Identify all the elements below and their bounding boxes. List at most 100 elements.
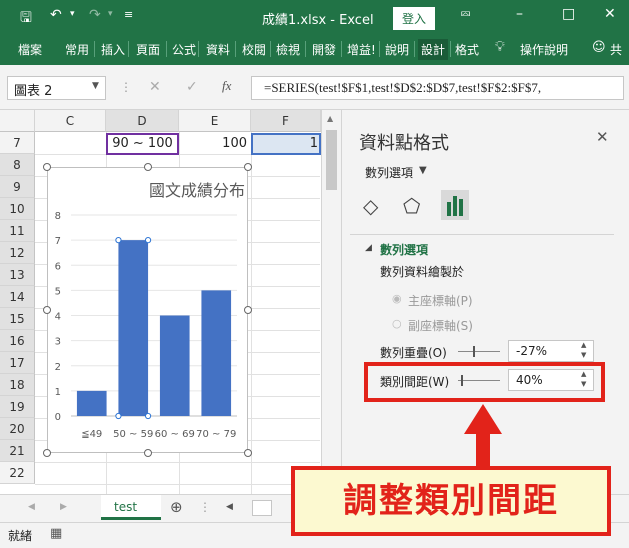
scroll-left-icon[interactable]: ◀ bbox=[226, 502, 233, 512]
macro-record-icon[interactable]: ▦ bbox=[50, 526, 62, 541]
cell-f7[interactable]: 1 bbox=[251, 133, 321, 155]
tell-me-box[interactable]: 操作說明 bbox=[520, 41, 568, 58]
chart-bar[interactable] bbox=[159, 315, 190, 417]
horizontal-scroll-thumb[interactable] bbox=[252, 500, 272, 516]
tab-insert[interactable]: 插入 bbox=[101, 41, 125, 58]
chart-resize-handle[interactable] bbox=[43, 449, 51, 457]
series-overlap-thumb[interactable] bbox=[473, 346, 475, 357]
share-button[interactable]: 共 bbox=[610, 41, 622, 58]
spin-down-icon[interactable]: ▼ bbox=[581, 351, 586, 359]
share-icon[interactable]: ☺ bbox=[592, 40, 606, 55]
chart-bar[interactable] bbox=[201, 290, 232, 416]
scroll-thumb[interactable] bbox=[326, 130, 337, 190]
select-all-corner[interactable] bbox=[0, 110, 35, 132]
row-header-18[interactable]: 18 bbox=[0, 374, 35, 396]
series-options-icon[interactable] bbox=[441, 190, 469, 220]
tab-page-layout[interactable]: 頁面 bbox=[136, 41, 160, 58]
bar-selection-handle[interactable] bbox=[115, 412, 122, 420]
maximize-icon[interactable]: □ bbox=[562, 6, 575, 22]
row-header-19[interactable]: 19 bbox=[0, 396, 35, 418]
effects-icon[interactable]: ⬠ bbox=[403, 194, 420, 218]
chart-bar[interactable] bbox=[118, 240, 149, 416]
chart-resize-handle[interactable] bbox=[244, 449, 252, 457]
customize-toolbar-icon[interactable]: ≡ bbox=[124, 8, 133, 21]
save-icon[interactable]: 🖫 bbox=[20, 7, 32, 31]
tab-home[interactable]: 常用 bbox=[65, 41, 89, 58]
series-options-dropdown[interactable]: 數列選項 bbox=[365, 164, 413, 181]
row-header-22[interactable]: 22 bbox=[0, 462, 35, 484]
chart-title[interactable]: 國文成績分布 bbox=[149, 181, 245, 200]
row-header-9[interactable]: 9 bbox=[0, 176, 35, 198]
formula-input[interactable]: =SERIES(test!$F$1,test!$D$2:$D$7,test!$F… bbox=[251, 76, 624, 100]
row-header-16[interactable]: 16 bbox=[0, 330, 35, 352]
undo-dropdown-icon[interactable]: ▾ bbox=[70, 9, 75, 19]
login-button[interactable]: 登入 bbox=[393, 7, 436, 30]
chart[interactable]: 0 1 2 3 4 5 6 7 8 ≦49 50 ~ 59 60 ~ 69 70 ~ 79 國文成績分… bbox=[47, 167, 248, 453]
row-header-13[interactable]: 13 bbox=[0, 264, 35, 286]
row-header-15[interactable]: 15 bbox=[0, 308, 35, 330]
fill-line-icon[interactable]: ◇ bbox=[363, 194, 378, 218]
enter-icon[interactable]: ✓ bbox=[186, 79, 198, 95]
chart-resize-handle[interactable] bbox=[43, 306, 51, 314]
row-header-21[interactable]: 21 bbox=[0, 440, 35, 462]
tab-addins[interactable]: 增益! bbox=[347, 41, 376, 58]
tab-file[interactable]: 檔案 bbox=[18, 41, 42, 58]
dropdown-caret-icon[interactable]: ▼ bbox=[419, 165, 427, 176]
chart-resize-handle[interactable] bbox=[43, 163, 51, 171]
close-window-icon[interactable]: ✕ bbox=[604, 6, 616, 22]
col-header-c[interactable]: C bbox=[35, 110, 106, 132]
undo-icon[interactable]: ↶ bbox=[50, 7, 62, 23]
tab-design[interactable]: 設計 bbox=[418, 39, 449, 60]
series-overlap-spinner[interactable]: -27% ▲ ▼ bbox=[508, 340, 594, 362]
ribbon-display-icon[interactable]: ⮹ bbox=[460, 7, 471, 23]
formula-bar-resize-icon[interactable]: ⋮ bbox=[120, 80, 132, 94]
chart-resize-handle[interactable] bbox=[143, 449, 152, 457]
tab-review[interactable]: 校閱 bbox=[242, 41, 266, 58]
row-header-20[interactable]: 20 bbox=[0, 418, 35, 440]
scroll-up-icon[interactable]: ▲ bbox=[327, 114, 333, 123]
row-header-14[interactable]: 14 bbox=[0, 286, 35, 308]
name-box[interactable]: 圖表 2 ▼ bbox=[7, 76, 106, 100]
vertical-scrollbar[interactable]: ▲ bbox=[321, 110, 341, 494]
bar-selection-handle[interactable] bbox=[144, 237, 152, 244]
redo-dropdown-icon[interactable]: ▾ bbox=[108, 9, 113, 19]
row-header-7[interactable]: 7 bbox=[0, 132, 35, 154]
row-header-11[interactable]: 11 bbox=[0, 220, 35, 242]
prev-sheet-icon[interactable]: ◀ bbox=[28, 502, 35, 512]
col-header-e[interactable]: E bbox=[179, 110, 251, 132]
primary-axis-radio[interactable]: ◉ bbox=[392, 292, 402, 305]
minimize-icon[interactable]: – bbox=[516, 6, 523, 22]
row-header-12[interactable]: 12 bbox=[0, 242, 35, 264]
series-overlap-slider[interactable] bbox=[458, 351, 500, 352]
chart-resize-handle[interactable] bbox=[143, 163, 152, 171]
section-collapse-icon[interactable]: ◢ bbox=[365, 243, 372, 253]
bar-selection-handle[interactable] bbox=[144, 412, 152, 420]
name-box-dropdown-icon[interactable]: ▼ bbox=[92, 81, 99, 91]
close-pane-icon[interactable]: ✕ bbox=[596, 128, 609, 146]
col-header-d[interactable]: D bbox=[106, 110, 179, 132]
chart-resize-handle[interactable] bbox=[244, 306, 252, 314]
tab-developer[interactable]: 開發 bbox=[312, 41, 336, 58]
insert-function-icon[interactable]: fx bbox=[222, 78, 231, 94]
col-header-f[interactable]: F bbox=[251, 110, 321, 132]
section-series-options[interactable]: 數列選項 bbox=[380, 241, 428, 258]
cell-e7[interactable]: 100 bbox=[179, 133, 251, 155]
secondary-axis-radio[interactable]: ○ bbox=[392, 317, 402, 330]
row-header-10[interactable]: 10 bbox=[0, 198, 35, 220]
tab-data[interactable]: 資料 bbox=[206, 41, 230, 58]
lightbulb-icon[interactable]: 💡︎ bbox=[495, 39, 505, 55]
chart-resize-handle[interactable] bbox=[244, 163, 252, 171]
row-header-17[interactable]: 17 bbox=[0, 352, 35, 374]
row-header-8[interactable]: 8 bbox=[0, 154, 35, 176]
tab-format[interactable]: 格式 bbox=[455, 41, 479, 58]
next-sheet-icon[interactable]: ▶ bbox=[60, 502, 67, 512]
tab-view[interactable]: 檢視 bbox=[276, 41, 300, 58]
tab-formulas[interactable]: 公式 bbox=[172, 41, 196, 58]
sheet-split-icon[interactable]: ⋮ bbox=[199, 500, 211, 514]
chart-bar[interactable] bbox=[76, 390, 107, 416]
cancel-icon[interactable]: ✕ bbox=[149, 79, 161, 95]
redo-icon[interactable]: ↷ bbox=[89, 7, 101, 23]
tab-help[interactable]: 說明 bbox=[385, 41, 409, 58]
cell-d7[interactable]: 90 ~ 100 bbox=[106, 133, 179, 155]
sheet-tab-test[interactable]: test bbox=[101, 495, 161, 520]
